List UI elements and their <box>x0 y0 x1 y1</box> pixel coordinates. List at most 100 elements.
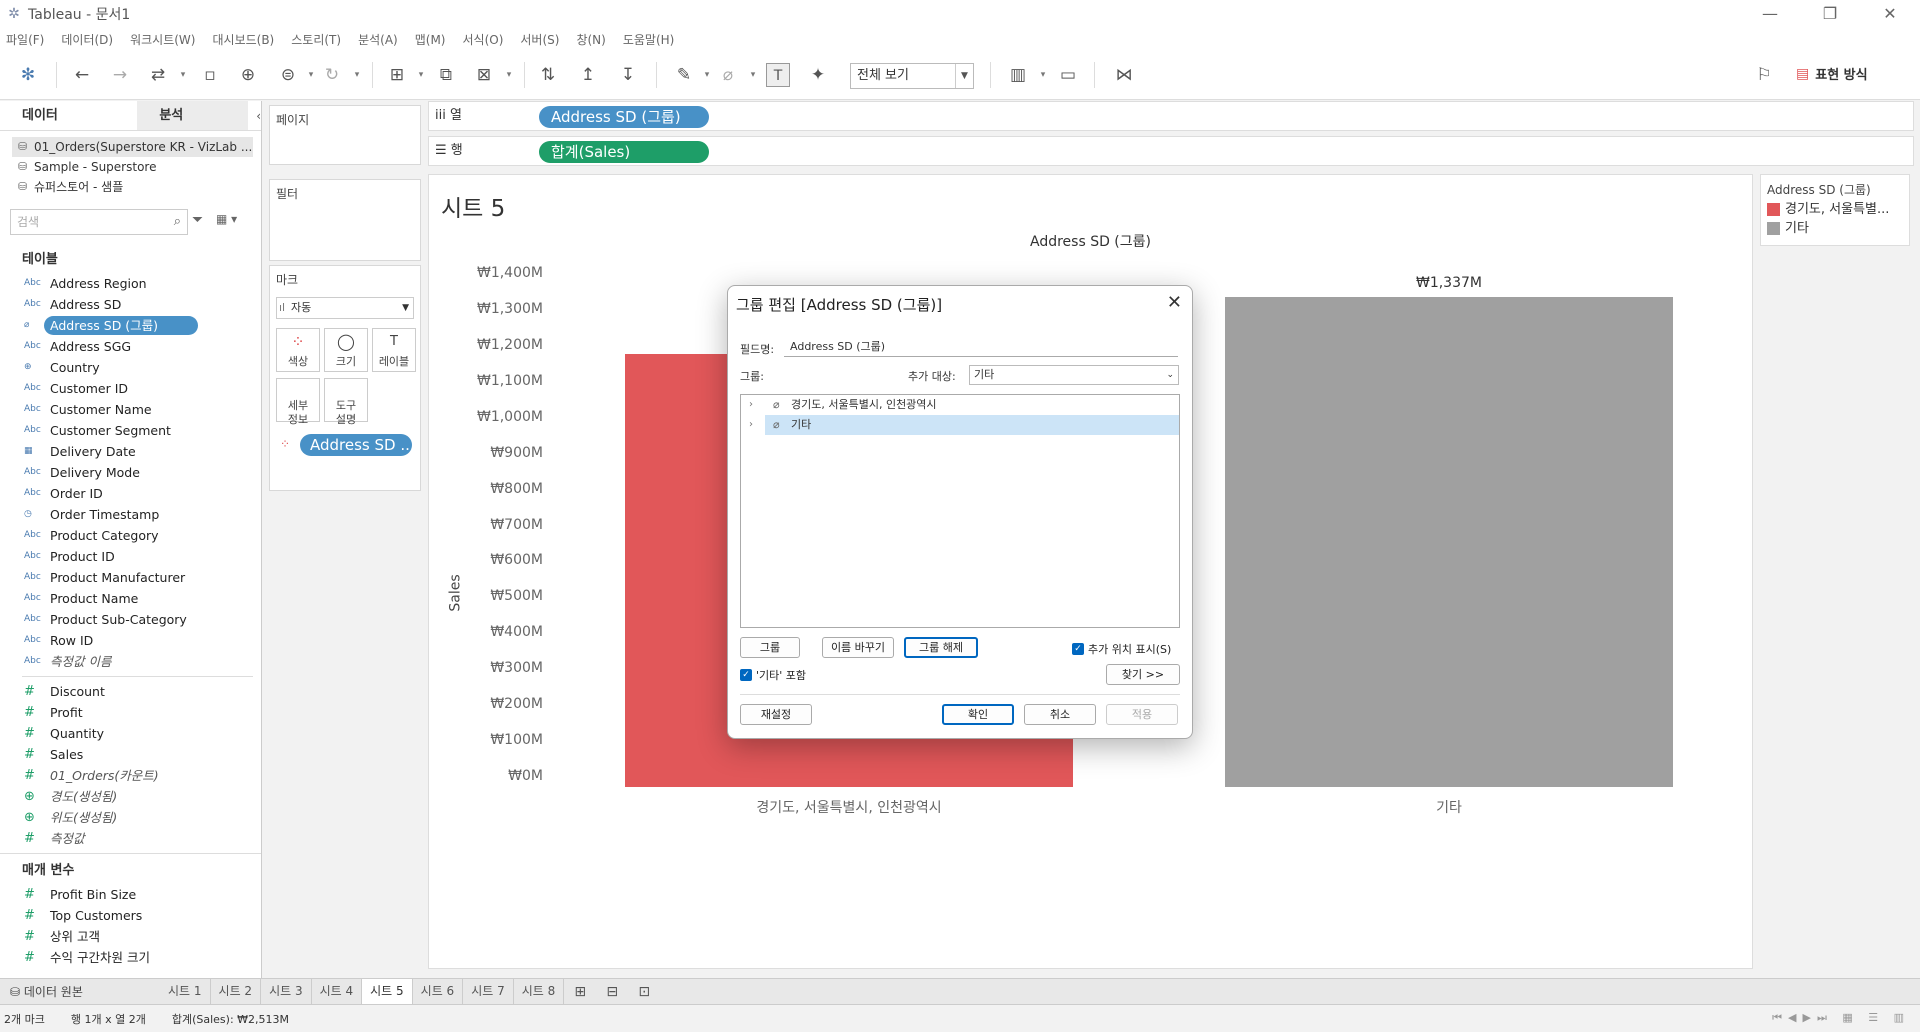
dimension-field[interactable]: ▦ Delivery Date <box>0 441 261 462</box>
dimension-field[interactable]: Abc Product Sub-Category <box>0 609 261 630</box>
replay-icon[interactable]: ⇄ <box>146 63 170 87</box>
dimension-field[interactable]: Abc Product Category <box>0 525 261 546</box>
menu-story[interactable]: 스토리(T) <box>291 31 341 48</box>
redo-icon[interactable]: → <box>108 63 132 87</box>
dimension-field[interactable]: Abc Customer ID <box>0 378 261 399</box>
dimension-field[interactable]: Abc Product Name <box>0 588 261 609</box>
ok-button[interactable]: 확인 <box>942 704 1014 725</box>
search-input[interactable]: 검색 ⌕ <box>10 209 188 235</box>
group-members-icon[interactable]: ⌀ <box>716 63 740 87</box>
presentation-mode-icon[interactable]: ▭ <box>1056 63 1080 87</box>
menu-format[interactable]: 서식(O) <box>463 31 504 48</box>
menu-data[interactable]: 데이터(D) <box>61 31 113 48</box>
fit-select[interactable]: 전체 보기 ▼ <box>850 63 974 89</box>
menu-window[interactable]: 창(N) <box>576 31 605 48</box>
dimension-field[interactable]: Abc Customer Segment <box>0 420 261 441</box>
find-button[interactable]: 찾기 >> <box>1106 664 1180 685</box>
measure-field[interactable]: # Quantity <box>0 723 261 744</box>
legend-item[interactable]: 경기도, 서울특별... <box>1761 200 1909 219</box>
collapse-pane-icon[interactable]: ‹ <box>248 101 261 130</box>
datasource-tab[interactable]: ⛁ 데이터 원본 <box>0 983 160 1000</box>
measure-field[interactable]: #01_Orders(카운트) <box>0 765 261 786</box>
dimension-field[interactable]: Abc Address Region <box>0 273 261 294</box>
show-cards-icon[interactable]: ▥ <box>1006 63 1030 87</box>
dimension-field[interactable]: Abc Order ID <box>0 483 261 504</box>
menu-server[interactable]: 서버(S) <box>520 31 559 48</box>
dimension-field[interactable]: ⌀ Address SD (그룹) <box>0 315 261 336</box>
menu-help[interactable]: 도움말(H) <box>623 31 675 48</box>
dimension-field[interactable]: Abc 측정값 이름 <box>0 651 261 672</box>
close-window-button[interactable]: ✕ <box>1860 0 1920 28</box>
dimension-field[interactable]: Abc Address SD <box>0 294 261 315</box>
dimension-field[interactable]: Abc Row ID <box>0 630 261 651</box>
dimension-field[interactable]: Abc Product ID <box>0 546 261 567</box>
new-datasource-icon[interactable]: ⊕ <box>236 63 260 87</box>
new-sheet-icon[interactable]: ⊞ <box>385 63 409 87</box>
columns-pill[interactable]: Address SD (그룹) <box>539 106 709 128</box>
measure-field[interactable]: # Profit <box>0 702 261 723</box>
minimize-button[interactable]: — <box>1740 0 1800 28</box>
detail-button[interactable]: 세부 정보 <box>276 378 320 426</box>
cancel-button[interactable]: 취소 <box>1024 704 1096 725</box>
tab-analysis[interactable]: 분석 <box>137 101 249 130</box>
share-icon[interactable]: ⋈ <box>1112 63 1136 87</box>
swap-rows-columns-icon[interactable]: ⇅ <box>536 63 560 87</box>
label-button[interactable]: T 레이블 <box>372 328 416 372</box>
dropdown-arrow-icon[interactable]: ▾ <box>702 63 712 87</box>
highlight-icon[interactable]: ✎ <box>672 63 696 87</box>
columns-shelf[interactable]: iii 열 Address SD (그룹) <box>428 101 1914 131</box>
measure-field[interactable]: # Sales <box>0 744 261 765</box>
sheet-tab[interactable]: 시트 4 <box>312 979 363 1004</box>
ungroup-button[interactable]: 그룹 해제 <box>904 637 978 658</box>
datasource-item[interactable]: ⛁ 슈퍼스토어 - 샘플 <box>12 177 253 197</box>
sheet-tab[interactable]: 시트 1 <box>160 979 211 1004</box>
pin-axes-icon[interactable]: ✦ <box>806 63 830 87</box>
dropdown-arrow-icon[interactable]: ▾ <box>1038 63 1048 87</box>
menu-analysis[interactable]: 분석(A) <box>358 31 398 48</box>
group-tree-item-selected[interactable]: › ⌀ 기타 <box>749 415 1179 435</box>
dimension-field[interactable]: ⊕ Country <box>0 357 261 378</box>
filters-shelf[interactable]: 필터 <box>269 179 421 261</box>
measure-field[interactable]: # Discount <box>0 681 261 702</box>
dropdown-arrow-icon[interactable]: ▾ <box>352 63 362 87</box>
sheet-tab[interactable]: 시트 2 <box>211 979 262 1004</box>
show-mark-labels-icon[interactable]: T <box>766 63 790 87</box>
rows-shelf[interactable]: ☰ 행 합계(Sales) <box>428 136 1914 166</box>
group-tree-item[interactable]: › ⌀ 경기도, 서울특별시, 인천광역시 <box>741 395 1179 415</box>
parameter-field[interactable]: # Profit Bin Size <box>0 884 261 905</box>
size-button[interactable]: ◯ 크기 <box>324 328 368 372</box>
show-me-button[interactable]: ▤ 표현 방식 <box>1796 64 1868 84</box>
menu-map[interactable]: 맵(M) <box>415 31 446 48</box>
datasource-item[interactable]: ⛁ 01_Orders(Superstore KR - VizLab ... <box>12 137 253 157</box>
menu-worksheet[interactable]: 워크시트(W) <box>130 31 195 48</box>
dimension-field[interactable]: Abc Delivery Mode <box>0 462 261 483</box>
tooltip-button[interactable]: 도구 설명 <box>324 378 368 426</box>
dropdown-arrow-icon[interactable]: ▾ <box>178 63 188 87</box>
dropdown-arrow-icon[interactable]: ▾ <box>416 63 426 87</box>
sort-ascending-icon[interactable]: ↥ <box>576 63 600 87</box>
view-options-icon[interactable]: ▦ ▾ <box>216 212 237 226</box>
dropdown-arrow-icon[interactable]: ▾ <box>748 63 758 87</box>
menu-dashboard[interactable]: 대시보드(B) <box>212 31 274 48</box>
group-button[interactable]: 그룹 <box>740 637 800 658</box>
rows-pill[interactable]: 합계(Sales) <box>539 141 709 163</box>
measure-field[interactable]: # 측정값 <box>0 828 261 849</box>
duplicate-sheet-icon[interactable]: ⧉ <box>434 63 458 87</box>
field-name-input[interactable]: Address SD (그룹) <box>784 337 1178 357</box>
bar-mark[interactable] <box>1225 296 1673 787</box>
new-worksheet-icon[interactable]: ⊞ <box>564 984 596 1000</box>
dimension-field[interactable]: Abc Product Manufacturer <box>0 567 261 588</box>
tableau-public-icon[interactable]: ⚐ <box>1752 63 1776 87</box>
sheet-tab[interactable]: 시트 7 <box>463 979 514 1004</box>
menu-file[interactable]: 파일(F) <box>6 31 44 48</box>
close-icon[interactable]: ✕ <box>1167 292 1182 313</box>
expand-icon[interactable]: › <box>749 395 753 415</box>
color-button[interactable]: ⁘ 색상 <box>276 328 320 372</box>
rename-button[interactable]: 이름 바꾸기 <box>822 637 894 658</box>
datasource-item[interactable]: ⛁ Sample - Superstore <box>12 157 253 177</box>
pages-shelf[interactable]: 페이지 <box>269 105 421 165</box>
sheet-tab[interactable]: 시트 3 <box>261 979 312 1004</box>
clear-sheet-icon[interactable]: ⊠ <box>472 63 496 87</box>
tableau-home-icon[interactable]: ✻ <box>16 63 40 87</box>
parameter-field[interactable]: # 상위 고객 <box>0 926 261 947</box>
